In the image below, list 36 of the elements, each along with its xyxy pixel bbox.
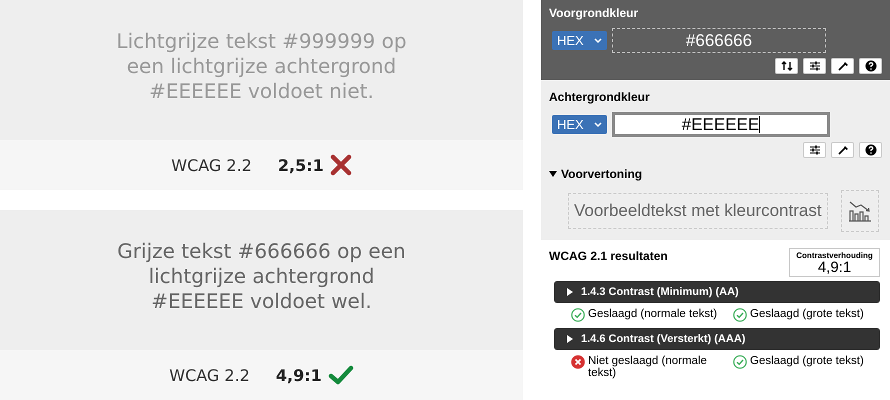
section-title: Voorvertoning bbox=[561, 167, 642, 181]
color-input[interactable]: #666666 bbox=[612, 28, 826, 53]
results-title: WCAG 2.1 resultaten bbox=[549, 249, 668, 263]
triangle-icon bbox=[566, 288, 574, 296]
section-title: Voorgrondkleur bbox=[549, 6, 640, 22]
swap-icon[interactable] bbox=[775, 58, 798, 74]
eyedropper-icon[interactable] bbox=[831, 58, 854, 74]
standard-label: WCAG 2.2 bbox=[169, 366, 250, 384]
example-text: Lichtgrijze tekst #999999 op een lichtgrijze achtergrond #EEEEEE voldoet niet. bbox=[115, 28, 408, 104]
outcome-text: Geslaagd (normale tekst) bbox=[588, 308, 718, 320]
criterion-header[interactable]: 1.4.3 Contrast (Minimum) (AA) bbox=[554, 281, 880, 303]
chart-button[interactable] bbox=[840, 190, 879, 232]
triangle-icon bbox=[566, 335, 574, 343]
contrast-ratio: 2,5:1 bbox=[278, 156, 324, 174]
ratio-label: Contrastverhouding bbox=[795, 251, 874, 260]
format-select[interactable]: HEX bbox=[552, 115, 607, 134]
ratio-value: 4,9:1 bbox=[818, 260, 852, 275]
example-text: Grijze tekst #666666 op een lichtgrijze achtergrond #EEEEEE voldoet wel. bbox=[116, 238, 407, 314]
help-icon[interactable] bbox=[859, 58, 882, 74]
standard-label: WCAG 2.2 bbox=[171, 156, 252, 174]
format-select[interactable]: HEX bbox=[552, 31, 607, 50]
chevron-icon bbox=[594, 122, 602, 128]
sliders-icon[interactable] bbox=[803, 142, 826, 158]
section-title: Achtergrondkleur bbox=[549, 90, 651, 106]
criterion-header[interactable]: 1.4.6 Contrast (Versterkt) (AAA) bbox=[554, 328, 880, 350]
eyedropper-icon[interactable] bbox=[831, 142, 854, 158]
chart-icon bbox=[848, 200, 872, 222]
outcome-text: Geslaagd (grote tekst) bbox=[750, 308, 864, 320]
outcome-text: Niet geslaagd (normale tekst) bbox=[588, 355, 708, 379]
outcome-text: Geslaagd (grote tekst) bbox=[750, 355, 864, 367]
contrast-ratio: 4,9:1 bbox=[276, 366, 322, 384]
color-input[interactable]: #EEEEEE bbox=[612, 112, 830, 137]
sample-text: Voorbeeldtekst met kleurcontrast bbox=[568, 193, 828, 229]
help-icon[interactable] bbox=[859, 142, 882, 158]
sliders-icon[interactable] bbox=[803, 58, 826, 74]
chevron-icon bbox=[594, 38, 602, 44]
